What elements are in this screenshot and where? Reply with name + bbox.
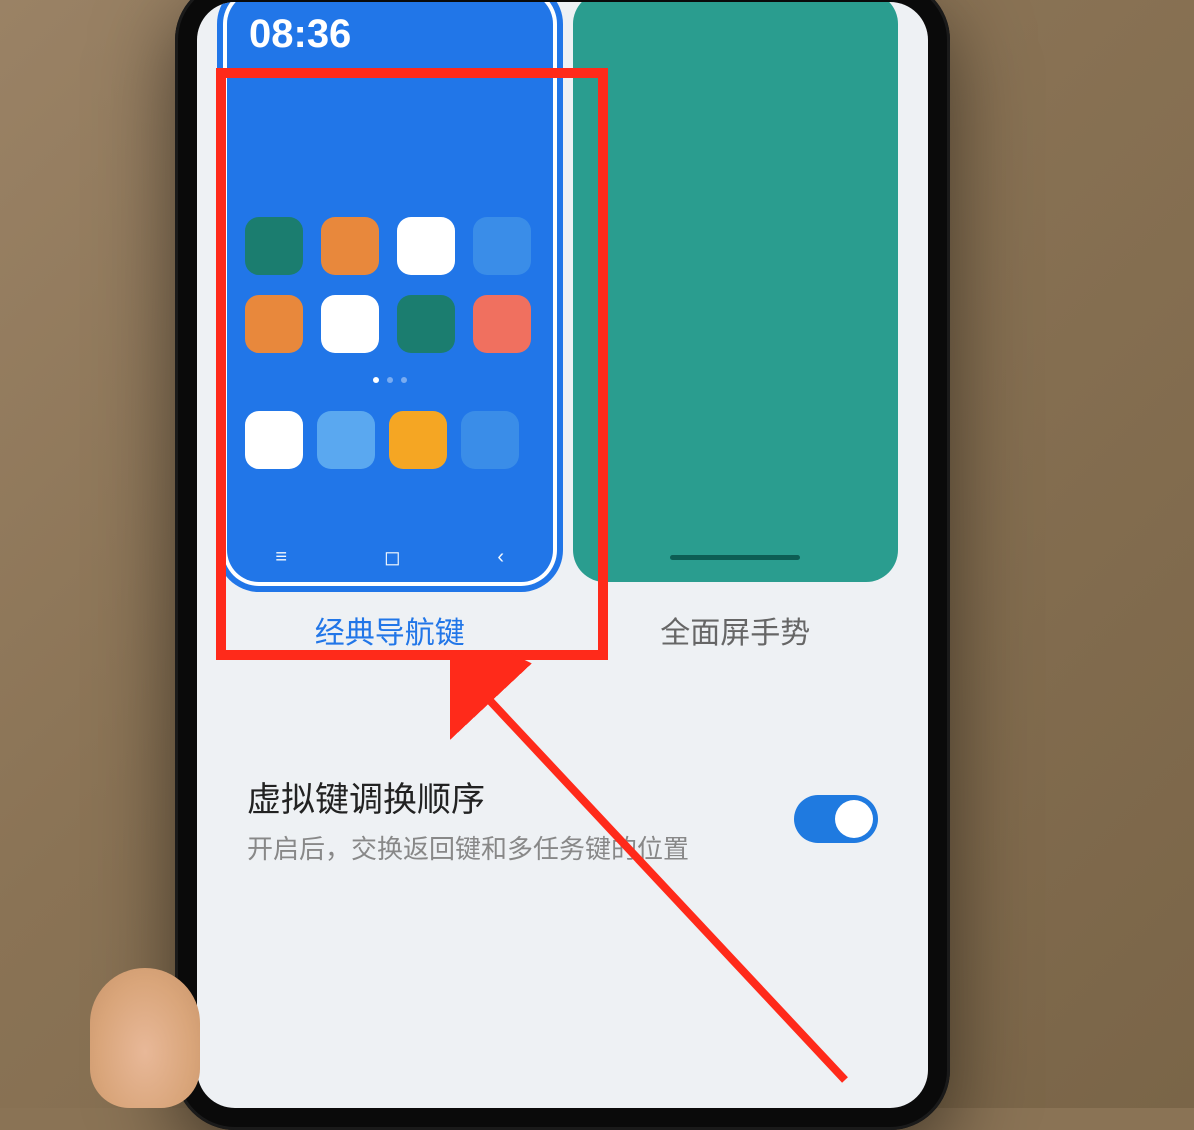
- classic-nav-preview: 08:36: [227, 2, 553, 582]
- app-icon: [317, 411, 375, 469]
- status-time: 08:36: [241, 6, 539, 57]
- app-icon: [245, 295, 303, 353]
- page-dot: [387, 377, 393, 383]
- phone-device-frame: 08:36: [175, 0, 950, 1130]
- app-icon: [245, 411, 303, 469]
- gesture-home-indicator: [670, 555, 800, 560]
- app-icon: [389, 411, 447, 469]
- app-icon: [245, 217, 303, 275]
- gesture-nav-preview: [573, 2, 899, 582]
- navigation-style-options: 08:36: [197, 2, 928, 652]
- swap-nav-keys-setting: 虚拟键调换顺序 开启后，交换返回键和多任务键的位置: [197, 772, 928, 866]
- back-icon: ‹: [497, 546, 504, 569]
- app-icon: [397, 295, 455, 353]
- setting-text: 虚拟键调换顺序 开启后，交换返回键和多任务键的位置: [247, 772, 794, 866]
- app-icon: [321, 217, 379, 275]
- menu-icon: ≡: [275, 546, 287, 569]
- toggle-knob: [835, 800, 873, 838]
- home-icon: ◻: [384, 545, 401, 570]
- option-label-classic: 经典导航键: [315, 608, 465, 652]
- option-label-gesture: 全面屏手势: [660, 608, 810, 652]
- app-icon: [473, 295, 531, 353]
- setting-title: 虚拟键调换顺序: [247, 772, 794, 821]
- app-icon: [397, 217, 455, 275]
- user-thumb: [90, 968, 200, 1108]
- app-icon: [461, 411, 519, 469]
- swap-keys-toggle[interactable]: [794, 795, 878, 843]
- option-gesture-nav[interactable]: 全面屏手势: [573, 2, 899, 652]
- option-classic-nav[interactable]: 08:36: [227, 2, 553, 652]
- app-icon: [321, 295, 379, 353]
- app-icon: [473, 217, 531, 275]
- page-dot: [401, 377, 407, 383]
- preview-nav-bar: ≡ ◻ ‹: [227, 532, 553, 582]
- home-app-grid: [241, 57, 539, 353]
- dock-row: [241, 383, 539, 469]
- page-dot: [373, 377, 379, 383]
- setting-description: 开启后，交换返回键和多任务键的位置: [247, 829, 794, 866]
- phone-screen: 08:36: [197, 2, 928, 1108]
